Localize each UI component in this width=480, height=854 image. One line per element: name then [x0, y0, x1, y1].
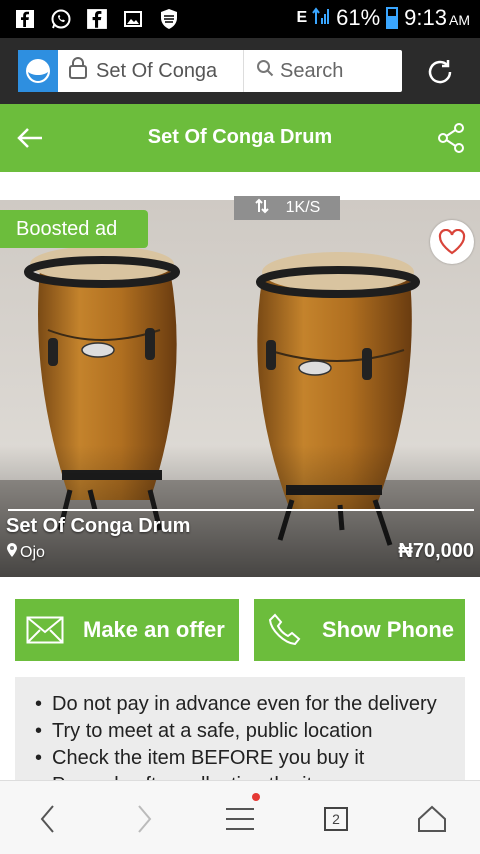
safety-tips: Do not pay in advance even for the deliv…	[15, 677, 465, 796]
tab-count: 2	[324, 807, 348, 831]
make-offer-button[interactable]: Make an offer	[15, 599, 239, 661]
notification-dot	[252, 793, 260, 801]
address-bar[interactable]: Set Of Conga Search	[18, 50, 402, 92]
list-item: Try to meet at a safe, public location	[35, 718, 465, 745]
list-item: Check the item BEFORE you buy it	[35, 745, 465, 772]
phone-icon	[264, 610, 304, 650]
clock-ampm: AM	[449, 12, 470, 28]
reload-button[interactable]	[420, 54, 460, 90]
notification-icons	[14, 8, 180, 30]
location-pin-icon	[6, 542, 18, 563]
battery-percent: 61%	[336, 5, 381, 30]
show-phone-label: Show Phone	[322, 617, 454, 642]
forward-button[interactable]	[124, 799, 164, 839]
whatsapp-icon	[50, 8, 72, 30]
browser-bottom-nav: 2	[0, 780, 480, 854]
share-icon[interactable]	[436, 122, 466, 154]
location-text: Ojo	[20, 543, 45, 561]
network-type: E	[296, 9, 307, 26]
page-title: Set Of Conga Drum	[147, 126, 333, 148]
download-speed-indicator: 1K/S	[234, 196, 340, 220]
make-offer-label: Make an offer	[83, 617, 225, 642]
url-text: Set Of Conga	[96, 59, 218, 82]
battery-icon	[386, 7, 399, 29]
show-phone-button[interactable]: Show Phone	[254, 599, 465, 661]
lock-icon	[68, 56, 88, 86]
boosted-ad-badge: Boosted ad	[0, 210, 148, 248]
back-button[interactable]	[28, 799, 68, 839]
clock: 9:13 AM	[404, 5, 470, 31]
browser-toolbar: Set Of Conga Search	[0, 38, 480, 104]
ad-title: Set Of Conga Drum	[6, 515, 191, 537]
heart-icon	[438, 229, 466, 255]
facebook-icon	[86, 8, 108, 30]
menu-icon	[226, 808, 254, 830]
chevron-left-icon	[40, 805, 54, 833]
chevron-right-icon	[138, 805, 152, 833]
search-field[interactable]: Search	[244, 50, 402, 92]
image-divider	[8, 509, 474, 511]
ad-location: Ojo	[6, 542, 45, 563]
home-button[interactable]	[412, 799, 452, 839]
favorite-button[interactable]	[430, 220, 474, 264]
back-arrow-icon[interactable]	[14, 122, 46, 154]
list-item: Do not pay in advance even for the deliv…	[35, 691, 465, 718]
clock-time: 9:13	[404, 5, 447, 30]
tabs-button[interactable]: 2	[316, 799, 356, 839]
facebook-icon	[14, 8, 36, 30]
shield-icon	[158, 8, 180, 30]
menu-button[interactable]	[220, 793, 260, 839]
url-display[interactable]: Set Of Conga	[58, 50, 244, 92]
speed-text: 1K/S	[285, 199, 321, 216]
envelope-icon	[25, 610, 65, 650]
status-indicators: E 61% 9:13 AM	[296, 4, 470, 32]
signal-icon	[312, 4, 330, 32]
home-icon	[418, 805, 446, 832]
image-icon	[122, 8, 144, 30]
search-placeholder: Search	[280, 59, 344, 82]
page-header: Set Of Conga Drum	[0, 104, 480, 172]
search-icon	[256, 59, 274, 83]
transfer-arrows-icon	[254, 198, 270, 219]
reload-icon	[428, 60, 452, 84]
ad-price: ₦70,000	[398, 540, 474, 562]
site-logo-icon[interactable]	[18, 50, 58, 92]
status-bar: E 61% 9:13 AM	[0, 0, 480, 38]
